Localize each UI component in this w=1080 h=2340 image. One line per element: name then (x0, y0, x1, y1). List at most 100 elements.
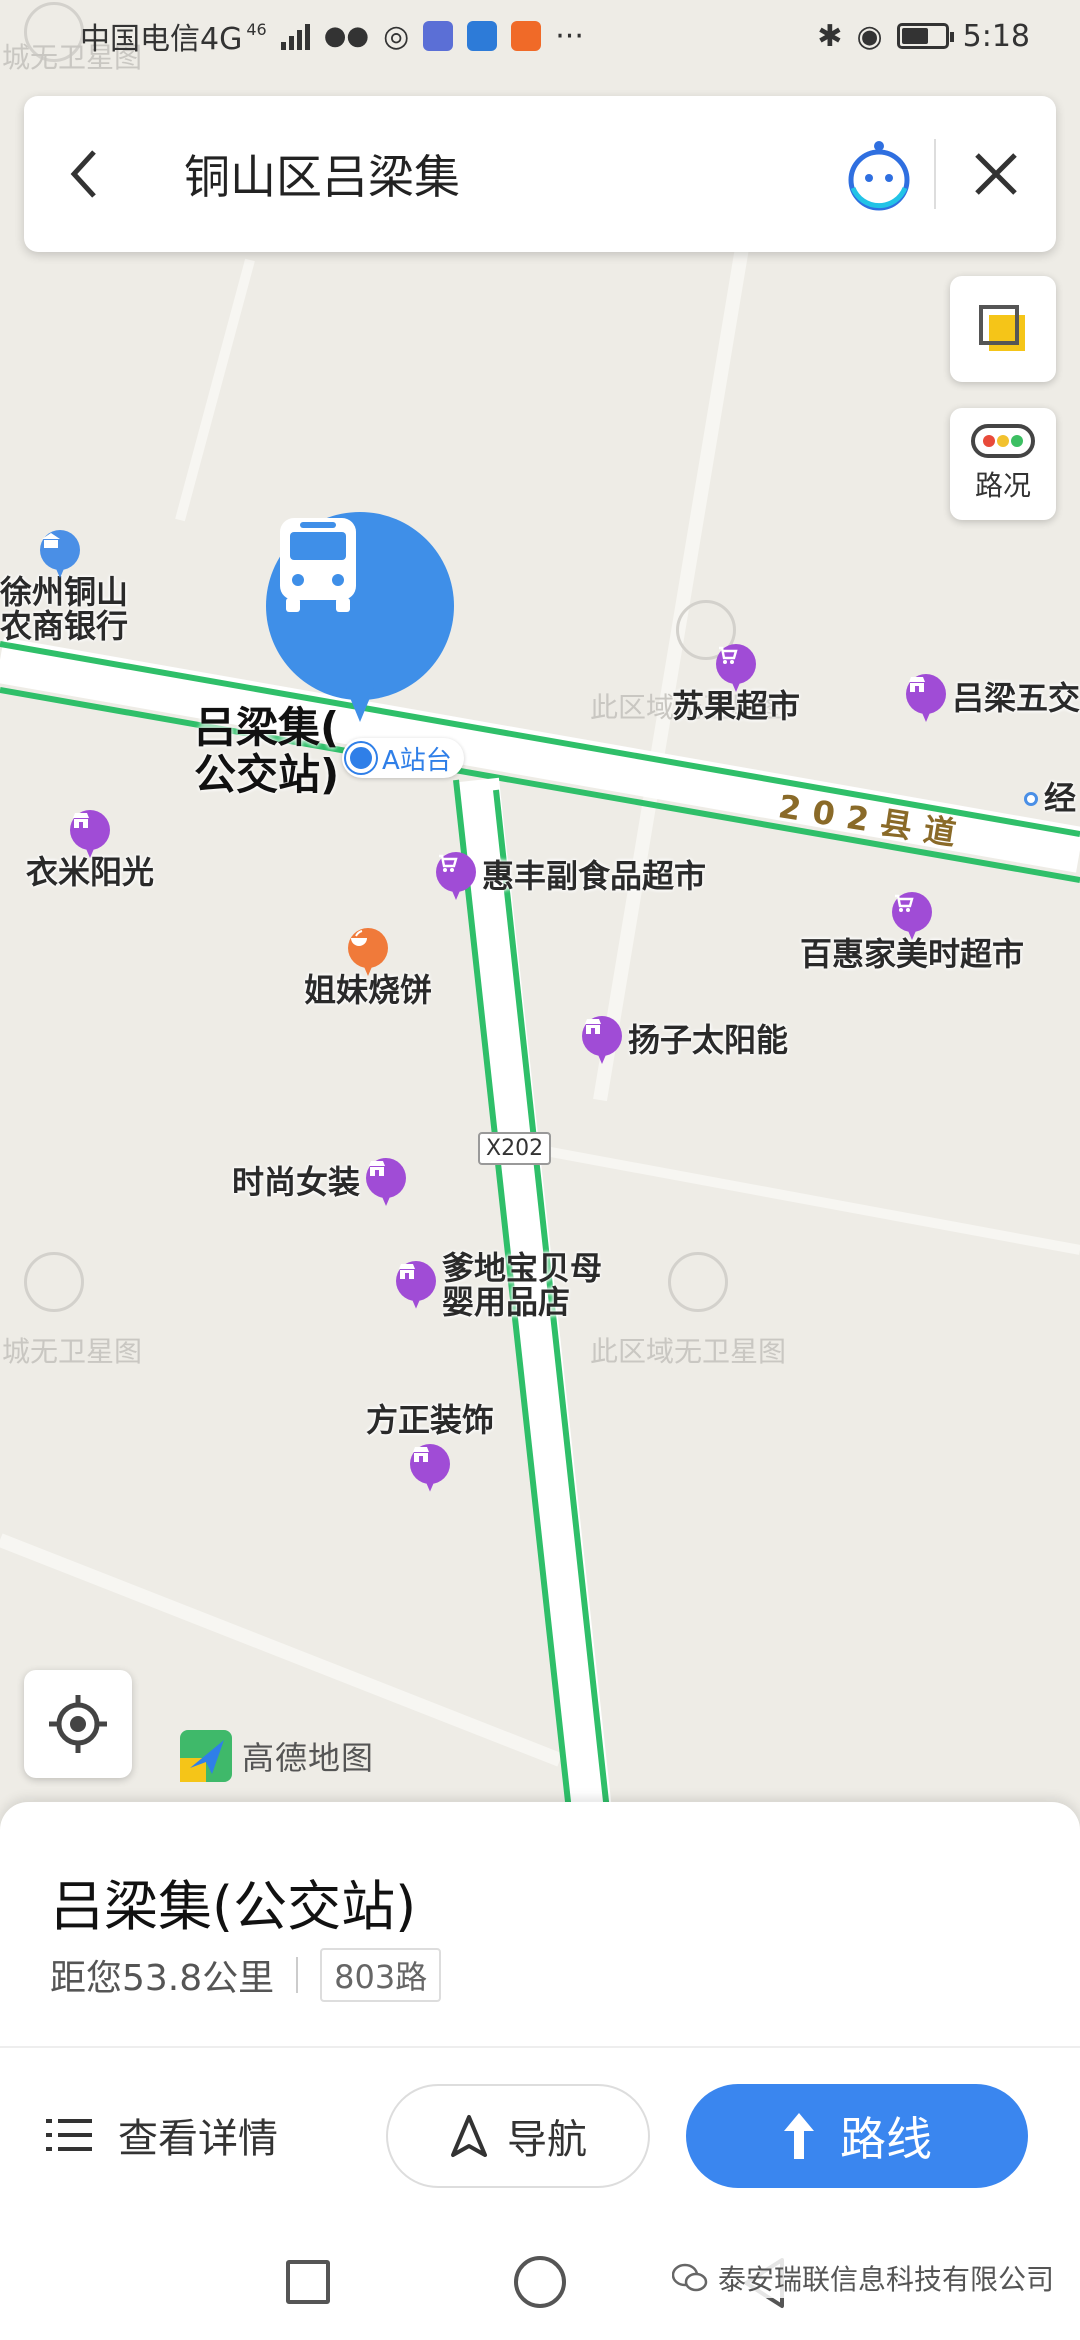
meta-divider (296, 1957, 299, 1993)
poi-store[interactable]: 吕梁五交 (906, 674, 1080, 724)
globe-icon: ◎ (383, 18, 410, 54)
navigate-button[interactable]: 导航 (386, 2084, 650, 2188)
locate-button[interactable] (24, 1670, 132, 1778)
stop-name-line: 吕梁集( (194, 703, 340, 752)
publisher-watermark: 泰安瑞联信息科技有限公司 (672, 2258, 1055, 2298)
route-badge[interactable]: 803路 (320, 1948, 442, 2002)
status-right: ✱ ◉ 5:18 (817, 19, 1030, 54)
assistant-button[interactable] (824, 96, 934, 252)
station-tag[interactable]: A站台 (342, 738, 464, 778)
poi-label: 姐妹烧饼 (304, 971, 433, 1009)
bluetooth-icon: ✱ (817, 18, 843, 54)
dot-icon (1024, 791, 1038, 806)
traffic-label: 路况 (974, 469, 1031, 502)
poi-label: 经 (1044, 779, 1077, 817)
poi-decor[interactable]: 方正装饰 (366, 1401, 495, 1492)
poi-food[interactable]: 姐妹烧饼 (304, 928, 432, 1008)
chevron-left-icon (70, 150, 96, 198)
clock: 5:18 (962, 18, 1030, 54)
list-icon (46, 2119, 92, 2151)
stop-name-label: 吕梁集( 公交站) (194, 704, 339, 798)
shopping-cart-icon (716, 644, 756, 692)
layers-icon (979, 305, 1025, 351)
view-details-button[interactable]: 查看详情 (46, 2080, 278, 2190)
search-bar: 铜山区吕梁集 (24, 96, 1056, 252)
poi-label: 吕梁五交 (952, 679, 1080, 718)
poi-label: 时尚女装 (232, 1163, 361, 1202)
shop-icon (906, 674, 946, 724)
assistant-face-icon (848, 141, 910, 211)
signal-icon (280, 22, 310, 50)
network-tag: 46 (246, 19, 267, 39)
close-icon (975, 153, 1017, 195)
poi-clothing[interactable]: 衣米阳光 (26, 810, 154, 890)
bank-icon (40, 530, 80, 578)
home-button[interactable] (514, 2256, 566, 2308)
recent-apps-button[interactable] (286, 2260, 330, 2304)
app-icon (511, 21, 542, 51)
shop-icon (366, 1158, 407, 1208)
amap-logo: 高德地图 (178, 1728, 374, 1784)
poi-mart[interactable]: 百惠家美时超市 (800, 892, 1024, 972)
crosshair-icon (49, 1695, 107, 1753)
amap-logo-text: 高德地图 (242, 1739, 375, 1777)
status-bar: 中国电信4G 46 ●● ◎ ··· ✱ ◉ 5:18 (0, 0, 1080, 72)
navigate-label: 导航 (507, 2117, 587, 2163)
poi-label: 方正装饰 (366, 1401, 495, 1439)
search-query[interactable]: 铜山区吕梁集 (144, 141, 824, 207)
route-label: 路线 (840, 2112, 932, 2166)
carrier-label: 中国电信4G (80, 22, 243, 57)
back-button[interactable] (24, 96, 144, 252)
battery-icon (896, 23, 954, 49)
distance-label: 距您53.8公里 (50, 1958, 275, 1999)
sheet-divider (0, 2046, 1080, 2048)
app-icon (423, 21, 454, 51)
map-view[interactable]: 城无卫星图 此区域无卫星图 城无卫星图 此区域无卫星图 202县道 X202 徐… (0, 0, 1080, 1820)
poi-label: 惠丰副食品超市 (482, 857, 707, 896)
close-button[interactable] (936, 96, 1056, 252)
poi-label: 百惠家美时超市 (800, 935, 1025, 973)
route-button[interactable]: 路线 (686, 2084, 1028, 2188)
route-arrow-icon (784, 2113, 814, 2159)
map-watermark: 此区域无卫星图 (590, 1335, 787, 1368)
amap-logo-icon (180, 1730, 232, 1782)
shop-icon (396, 1260, 436, 1311)
food-icon (348, 928, 388, 976)
status-left: 中国电信4G 46 ●● ◎ ··· (80, 14, 584, 58)
poi-edge[interactable]: 经 (1024, 779, 1077, 817)
publisher-name: 泰安瑞联信息科技有限公司 (718, 2263, 1055, 2296)
bus-stop-marker[interactable] (266, 512, 454, 722)
poi-label: 衣米阳光 (26, 853, 155, 891)
shop-icon (582, 1016, 622, 1066)
system-nav-bar: 泰安瑞联信息科技有限公司 (0, 2220, 1080, 2340)
app-icon (467, 21, 498, 51)
more-icon: ··· (555, 18, 584, 54)
place-meta: 距您53.8公里 803路 (50, 1948, 442, 2002)
poi-solar[interactable]: 扬子太阳能 (582, 1016, 788, 1066)
watermark-smiley-icon (668, 1252, 728, 1312)
shopping-cart-icon (892, 892, 932, 940)
station-dot-icon (346, 743, 376, 773)
location-icon: ◉ (856, 18, 883, 54)
place-title: 吕梁集(公交站) (50, 1875, 417, 1938)
poi-label: 苏果超市 (672, 687, 801, 725)
bus-icon (266, 512, 454, 700)
poi-fashion[interactable]: 时尚女装 (232, 1158, 407, 1208)
traffic-button[interactable]: 路况 (950, 408, 1056, 520)
poi-supermarket[interactable]: 苏果超市 (672, 644, 800, 724)
layers-button[interactable] (950, 276, 1056, 382)
wechat-icon (672, 2263, 708, 2292)
poi-label: 扬子太阳能 (628, 1021, 789, 1060)
screen: 城无卫星图 此区域无卫星图 城无卫星图 此区域无卫星图 202县道 X202 徐… (0, 0, 1080, 2340)
poi-grocery[interactable]: 惠丰副食品超市 (436, 852, 706, 902)
shopping-cart-icon (436, 852, 476, 902)
battery-level (901, 28, 928, 44)
shop-icon (70, 810, 110, 858)
poi-baby[interactable]: 爹地宝贝母 婴用品店 (396, 1251, 602, 1319)
wechat-icon: ●● (323, 21, 370, 51)
traffic-light-icon (971, 424, 1035, 458)
shop-icon (410, 1443, 450, 1492)
view-details-label: 查看详情 (118, 2116, 278, 2162)
poi-bank[interactable]: 徐州铜山 农商银行 (0, 530, 128, 643)
station-label: A站台 (382, 745, 452, 776)
